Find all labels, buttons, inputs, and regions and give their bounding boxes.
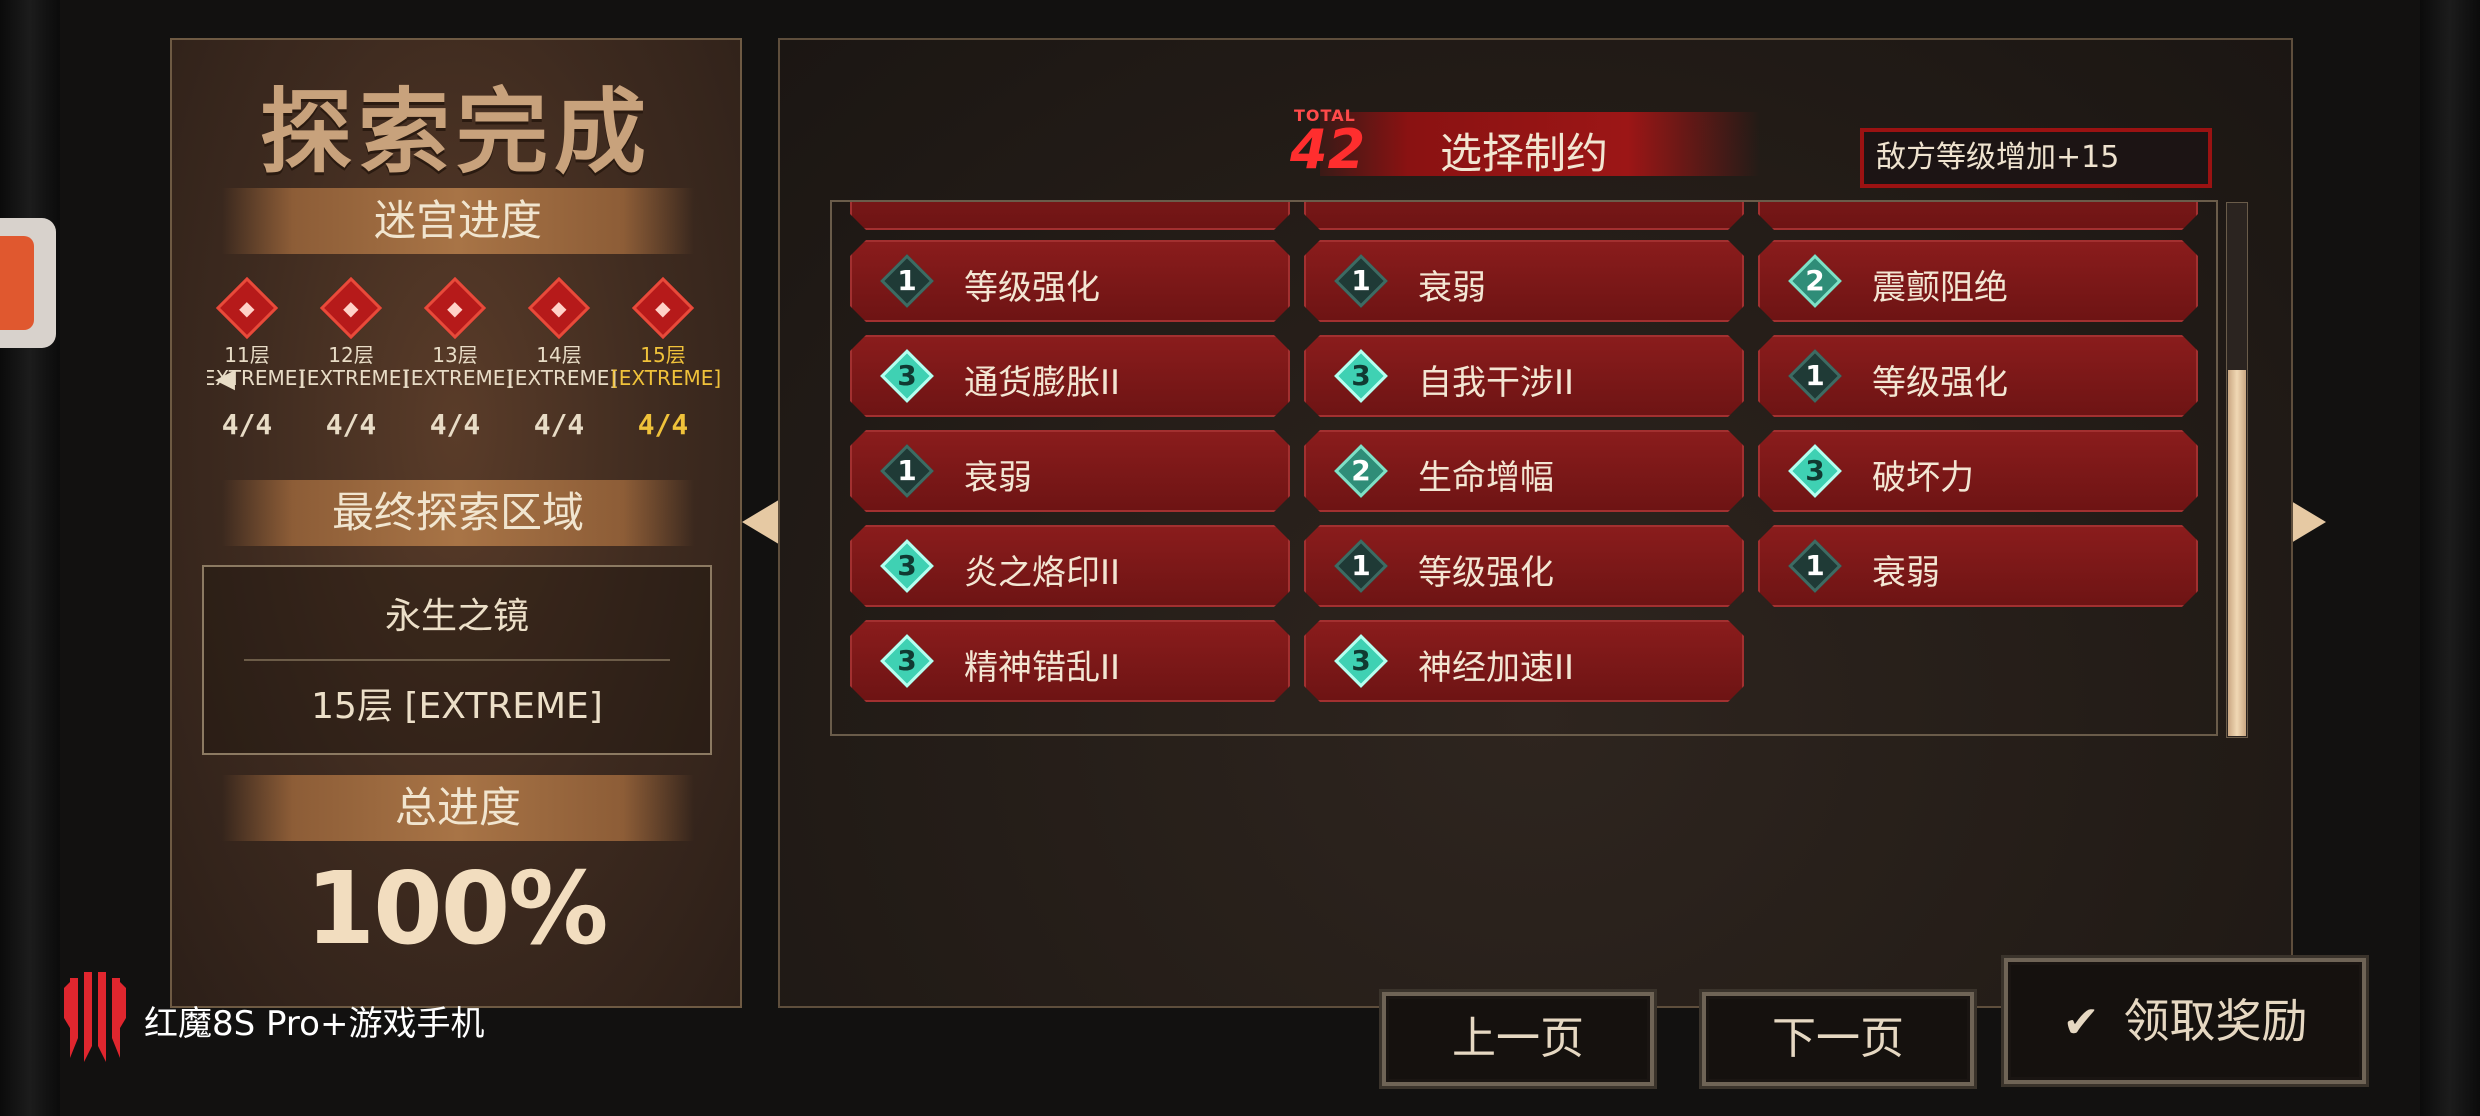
scrollbar-thumb[interactable] — [2228, 370, 2246, 736]
constraint-label: 炎之烙印II — [964, 553, 1121, 593]
floor-progress: 4/4 — [429, 408, 481, 441]
constraints-panel: TOTAL 42 选择制约 敌方等级增加+15 1 等级强化 1 衰弱 2 震颤阻绝 3 通货… — [778, 38, 2293, 1064]
floor-name: 14层 — [536, 343, 582, 367]
constraint-card[interactable]: 3 神经加速II — [1304, 620, 1744, 702]
floor-name: 15层 — [640, 343, 686, 367]
constraint-card[interactable]: 3 破坏力 — [1758, 430, 2198, 512]
panel-title: 选择制约 — [1440, 129, 1609, 178]
floor-progress: 4/4 — [637, 408, 689, 441]
claim-reward-button[interactable]: ✔ 领取奖励 — [2004, 958, 2366, 1084]
floor-item: ◆ 14层 [EXTREME] 4/4 — [507, 266, 618, 441]
constraint-level: 1 — [1805, 359, 1825, 392]
constraint-label: 震颤阻绝 — [1872, 268, 2008, 308]
constraint-card[interactable]: 1 等级强化 — [850, 240, 1290, 322]
floor-difficulty: [EXTREME] — [299, 366, 410, 390]
constraint-label: 衰弱 — [1418, 268, 1486, 308]
constraint-card[interactable]: 3 通货膨胀II — [850, 335, 1290, 417]
constraint-card-partial[interactable] — [850, 200, 1290, 230]
constraint-label: 精神错乱II — [964, 648, 1121, 688]
side-tab-icon — [0, 236, 34, 330]
constraint-level: 3 — [897, 359, 917, 392]
floor-progress: 4/4 — [325, 408, 377, 441]
final-area-name: 永生之镜 — [384, 596, 529, 637]
constraint-label: 破坏力 — [1872, 458, 1974, 498]
constraint-label: 等级强化 — [1418, 553, 1554, 593]
panel-title: 探索完成 — [259, 79, 652, 186]
final-area-header: 最终探索区域 — [222, 480, 694, 546]
floor-difficulty: [EXTREME] — [611, 366, 722, 390]
constraint-level: 1 — [1805, 549, 1825, 582]
constraint-label: 通货膨胀II — [964, 363, 1121, 403]
constraint-card-partial[interactable] — [1758, 200, 2198, 230]
constraint-label: 衰弱 — [964, 458, 1032, 498]
constraint-card[interactable]: 1 衰弱 — [1304, 240, 1744, 322]
previous-page-button[interactable]: 上一页 — [1382, 992, 1654, 1086]
constraint-card[interactable]: 3 炎之烙印II — [850, 525, 1290, 607]
floor-seal-icon: ◆ — [319, 276, 383, 340]
constraint-card[interactable]: 1 等级强化 — [1304, 525, 1744, 607]
floor-seal-icon: ◆ — [423, 276, 487, 340]
floor-item: ◆ 13层 [EXTREME] 4/4 — [403, 266, 514, 441]
claim-reward-label: 领取奖励 — [2123, 994, 2308, 1048]
redmagic-logo-icon — [64, 972, 126, 1062]
background-edge-left — [0, 0, 60, 1116]
constraint-card[interactable]: 3 自我干涉II — [1304, 335, 1744, 417]
side-floating-tab[interactable] — [0, 218, 56, 348]
floor-difficulty: [EXTREME] — [207, 366, 306, 390]
constraint-level: 3 — [897, 549, 917, 582]
constraint-level: 3 — [1351, 644, 1371, 677]
floor-seal-icon: ◆ — [631, 276, 695, 340]
final-area-floor: 15层 [EXTREME] — [311, 686, 603, 727]
constraint-level: 2 — [1351, 454, 1371, 487]
floor-item-current: ◆ 15层 [EXTREME] 4/4 — [611, 266, 722, 441]
constraints-grid[interactable]: 1 等级强化 1 衰弱 2 震颤阻绝 3 通货膨胀II 3 自我干涉II 1 等级强化 1 衰弱 2 生命增幅… — [830, 200, 2218, 736]
constraint-card[interactable]: 1 衰弱 — [1758, 525, 2198, 607]
floor-item: ◆ 11层 [EXTREME] 4/4 — [207, 266, 306, 441]
constraint-level: 3 — [1805, 454, 1825, 487]
next-page-button[interactable]: 下一页 — [1702, 992, 1974, 1086]
background-edge-right — [2420, 0, 2480, 1116]
divider — [244, 659, 670, 661]
constraint-card-partial[interactable] — [1304, 200, 1744, 230]
floor-difficulty: [EXTREME] — [403, 366, 514, 390]
floor-seal-icon: ◆ — [215, 276, 279, 340]
effect-status-box: 敌方等级增加+15 — [1860, 128, 2212, 188]
exploration-summary-panel: 探索完成 迷宫进度 ◀ ◆ 11层 [EXTREME] 4/4 ◆ 12层 [E… — [170, 38, 742, 1008]
constraint-level: 3 — [897, 644, 917, 677]
constraint-label: 等级强化 — [964, 268, 1100, 308]
constraint-label: 生命增幅 — [1418, 458, 1554, 498]
total-value: 42 — [1290, 118, 1366, 181]
total-progress-header: 总进度 — [222, 775, 694, 841]
final-area-box: 永生之镜 15层 [EXTREME] — [202, 565, 712, 755]
constraint-level: 2 — [1805, 264, 1825, 297]
floor-name: 12层 — [328, 343, 374, 367]
constraint-level: 1 — [897, 454, 917, 487]
floor-seal-icon: ◆ — [527, 276, 591, 340]
constraint-level: 1 — [897, 264, 917, 297]
constraint-level: 1 — [1351, 549, 1371, 582]
constraint-card[interactable]: 1 等级强化 — [1758, 335, 2198, 417]
watermark-text: 红魔8S Pro+游戏手机 — [144, 1004, 485, 1044]
floor-progress: 4/4 — [221, 408, 273, 441]
floor-difficulty: [EXTREME] — [507, 366, 618, 390]
check-icon: ✔ — [2062, 997, 2100, 1048]
total-progress-value: 100% — [305, 850, 609, 967]
floor-name: 13层 — [432, 343, 478, 367]
constraint-card[interactable]: 2 生命增幅 — [1304, 430, 1744, 512]
floor-progress: 4/4 — [533, 408, 585, 441]
floor-progress-strip[interactable]: ◀ ◆ 11层 [EXTREME] 4/4 ◆ 12层 [EXTREME] 4/… — [207, 266, 737, 476]
maze-progress-header: 迷宫进度 — [222, 188, 694, 254]
constraint-card[interactable]: 1 衰弱 — [850, 430, 1290, 512]
constraint-level: 3 — [1351, 359, 1371, 392]
constraint-label: 神经加速II — [1418, 648, 1575, 688]
constraint-label: 等级强化 — [1872, 363, 2008, 403]
floor-item: ◆ 12层 [EXTREME] 4/4 — [299, 266, 410, 441]
constraint-card[interactable]: 2 震颤阻绝 — [1758, 240, 2198, 322]
constraint-card[interactable]: 3 精神错乱II — [850, 620, 1290, 702]
constraint-label: 自我干涉II — [1418, 363, 1575, 403]
floor-name: 11层 — [224, 343, 270, 367]
constraint-level: 1 — [1351, 264, 1371, 297]
constraint-label: 衰弱 — [1872, 553, 1940, 593]
